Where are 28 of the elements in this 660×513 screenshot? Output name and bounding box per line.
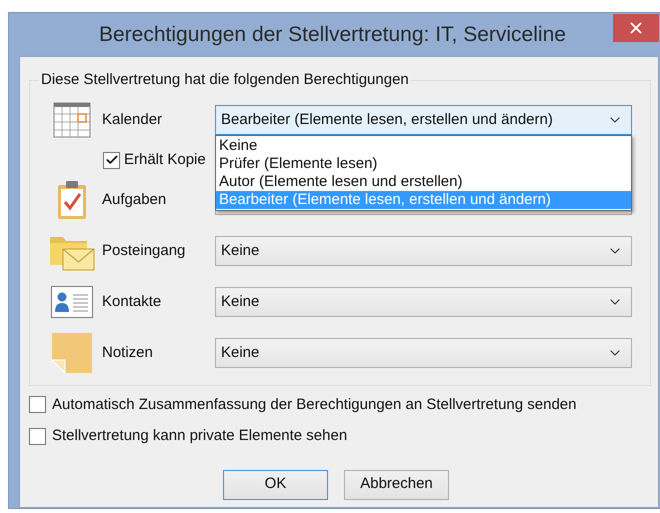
permission-dropdown[interactable]: Bearbeiter (Elemente lesen, erstellen und ändern) <box>215 105 632 135</box>
permission-dropdown[interactable]: Keine <box>215 287 632 317</box>
close-button[interactable] <box>613 14 659 42</box>
checkbox[interactable] <box>103 152 120 168</box>
dialog-button[interactable]: OK <box>223 470 328 500</box>
row-label: Posteingang <box>102 240 186 261</box>
checkbox-label: Erhält Kopie <box>124 150 206 170</box>
calendar-icon <box>53 102 91 138</box>
permission-dropdown[interactable]: Keine <box>215 236 632 266</box>
checkbox-label: Automatisch Zusammenfassung der Berechtigungen an Stellvertretung senden <box>52 394 576 414</box>
permission-dropdown[interactable]: Keine <box>215 338 632 368</box>
dialog-button[interactable]: Abbrechen <box>344 470 449 500</box>
sticky-note-icon <box>51 332 93 374</box>
clipboard-check-icon <box>56 180 88 220</box>
dropdown-option[interactable]: Keine <box>216 137 631 155</box>
row-label: Kontakte <box>102 292 162 312</box>
checkbox[interactable] <box>29 396 46 414</box>
window-title: Berechtigungen der Stellvertretung: IT, Serviceline <box>99 22 566 48</box>
row-label: Kalender <box>102 110 164 130</box>
row-label: Notizen <box>102 342 154 363</box>
dropdown-option[interactable]: Prüfer (Elemente lesen) <box>216 155 631 173</box>
contact-card-icon <box>51 286 93 318</box>
checkbox[interactable] <box>29 428 46 445</box>
checkbox-label: Stellvertretung kann private Elemente sehen <box>52 426 348 446</box>
dropdown-option[interactable]: Autor (Elemente lesen und erstellen) <box>216 173 631 191</box>
row-label: Aufgaben <box>102 190 168 210</box>
check-icon <box>104 153 118 167</box>
group-legend: Diese Stellvertretung hat die folgenden Berechtigungen <box>39 69 411 92</box>
